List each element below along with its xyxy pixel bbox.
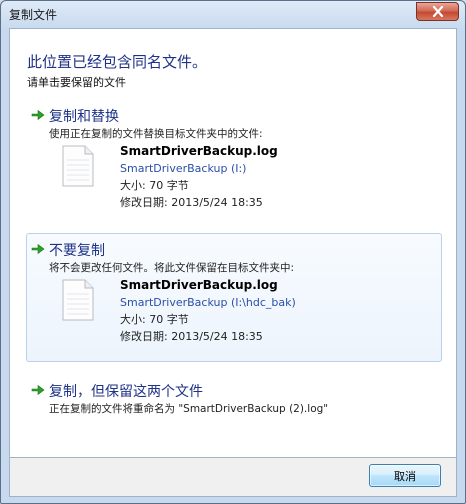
window-title: 复制文件: [9, 8, 58, 22]
option-title: 复制和替换: [49, 109, 119, 125]
file-name: SmartDriverBackup.log: [120, 144, 278, 158]
file-name: SmartDriverBackup.log: [120, 278, 278, 292]
option-do-not-copy[interactable]: 不要复制 将不会更改任何文件。将此文件保留在目标文件夹中: SmartDrive…: [26, 233, 442, 362]
dialog-content: 此位置已经包含同名文件。 请单击要保留的文件 复制和替换 使用正在复制的文件替换…: [9, 28, 457, 458]
close-icon: [432, 6, 443, 17]
file-info: SmartDriverBackup.log SmartDriverBackup …: [120, 277, 296, 345]
option-description: 正在复制的文件将重命名为 "SmartDriverBackup (2).log": [49, 403, 329, 415]
document-icon: [62, 279, 94, 321]
file-location: SmartDriverBackup (I:): [120, 162, 247, 175]
cancel-button[interactable]: 取消: [369, 464, 441, 487]
green-arrow-icon: [31, 243, 45, 255]
option-description: 将不会更改任何文件。将此文件保留在目标文件夹中:: [49, 262, 295, 274]
file-modified: 修改日期: 2013/5/24 18:35: [120, 330, 263, 343]
file-info: SmartDriverBackup.log SmartDriverBackup …: [120, 143, 278, 211]
dialog-subheading: 请单击要保留的文件: [27, 76, 126, 89]
dialog-heading: 此位置已经包含同名文件。: [27, 53, 208, 71]
file-size: 大小: 70 字节: [120, 179, 189, 192]
dialog-window: 复制文件 此位置已经包含同名文件。 请单击要保留的文件 复制和替换 使用正在复制…: [0, 0, 466, 504]
green-arrow-icon: [31, 384, 45, 396]
file-modified: 修改日期: 2013/5/24 18:35: [120, 196, 263, 209]
document-icon: [62, 145, 94, 187]
option-copy-keep-both[interactable]: 复制，但保留这两个文件 正在复制的文件将重命名为 "SmartDriverBac…: [26, 374, 442, 420]
dialog-footer: 取消: [9, 458, 457, 497]
close-button[interactable]: [416, 2, 459, 21]
file-size: 大小: 70 字节: [120, 313, 189, 326]
option-copy-and-replace[interactable]: 复制和替换 使用正在复制的文件替换目标文件夹中的文件: SmartDriverB…: [26, 99, 442, 209]
title-bar[interactable]: 复制文件: [1, 1, 465, 27]
green-arrow-icon: [31, 109, 45, 121]
option-description: 使用正在复制的文件替换目标文件夹中的文件:: [49, 128, 263, 140]
file-location: SmartDriverBackup (I:\hdc_bak): [120, 296, 296, 309]
option-title: 不要复制: [49, 243, 105, 259]
option-title: 复制，但保留这两个文件: [49, 384, 203, 400]
